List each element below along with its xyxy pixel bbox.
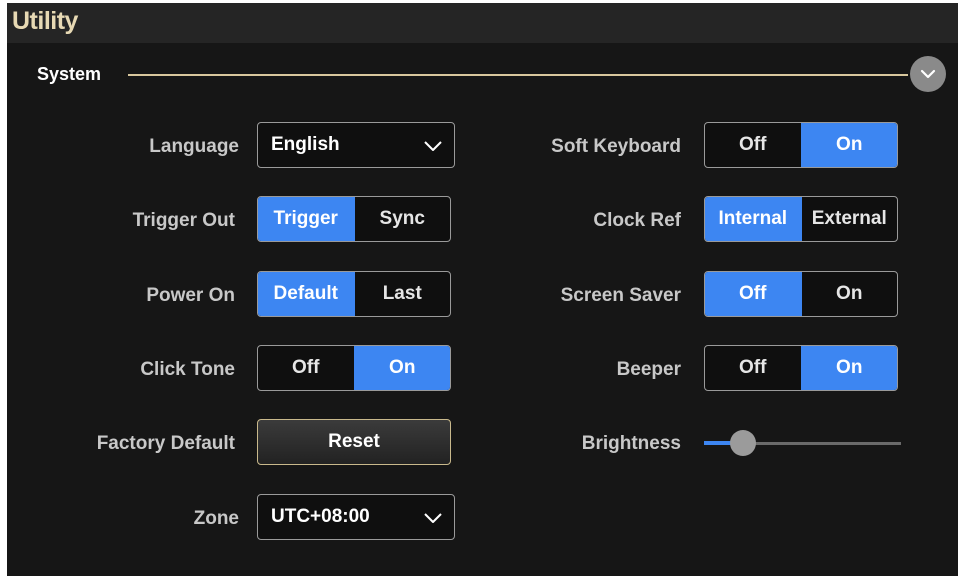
language-dropdown[interactable]: English [257,122,455,168]
beeper-option-on[interactable]: On [800,346,897,390]
reset-button[interactable]: Reset [257,419,451,465]
power-on-option-default[interactable]: Default [258,272,354,316]
trigger-out-toggle[interactable]: Trigger Sync [257,196,451,242]
screen-saver-option-off[interactable]: Off [705,272,801,316]
click-tone-option-off[interactable]: Off [258,346,354,390]
section-divider [128,74,908,76]
brightness-slider[interactable] [704,430,901,456]
beeper-option-off[interactable]: Off [705,346,801,390]
click-tone-option-on[interactable]: On [353,346,450,390]
power-on-option-last[interactable]: Last [353,272,451,316]
factory-default-label: Factory Default [96,433,235,454]
screen-saver-toggle[interactable]: Off On [704,271,898,317]
clock-ref-toggle[interactable]: Internal External [704,196,898,242]
collapse-button[interactable] [910,56,946,92]
section-label-system: System [37,64,102,84]
chevron-down-icon [920,69,936,79]
zone-dropdown[interactable]: UTC+08:00 [257,494,455,540]
click-tone-label: Click Tone [140,359,235,380]
clock-ref-label: Clock Ref [593,210,681,231]
zone-value: UTC+08:00 [271,506,370,527]
chevron-down-icon [424,141,442,151]
title-bar: Utility [7,3,958,43]
soft-keyboard-option-on[interactable]: On [800,123,897,167]
beeper-label: Beeper [616,359,681,380]
brightness-label: Brightness [581,433,681,454]
utility-panel: Utility System Language English Trigger … [7,3,958,576]
clock-ref-option-external[interactable]: External [800,197,898,241]
soft-keyboard-option-off[interactable]: Off [705,123,801,167]
soft-keyboard-label: Soft Keyboard [551,136,681,157]
chevron-down-icon [424,513,442,523]
language-label: Language [149,136,239,157]
beeper-toggle[interactable]: Off On [704,345,898,391]
trigger-out-option-sync[interactable]: Sync [353,197,451,241]
power-on-label: Power On [146,285,235,306]
power-on-toggle[interactable]: Default Last [257,271,451,317]
trigger-out-option-trigger[interactable]: Trigger [258,197,354,241]
page-title: Utility [12,7,78,35]
soft-keyboard-toggle[interactable]: Off On [704,122,898,168]
zone-label: Zone [193,508,239,529]
screen-saver-option-on[interactable]: On [800,272,898,316]
click-tone-toggle[interactable]: Off On [257,345,451,391]
clock-ref-option-internal[interactable]: Internal [705,197,801,241]
language-value: English [271,134,340,155]
screen-saver-label: Screen Saver [560,285,681,306]
slider-thumb[interactable] [730,430,756,456]
trigger-out-label: Trigger Out [132,210,235,231]
